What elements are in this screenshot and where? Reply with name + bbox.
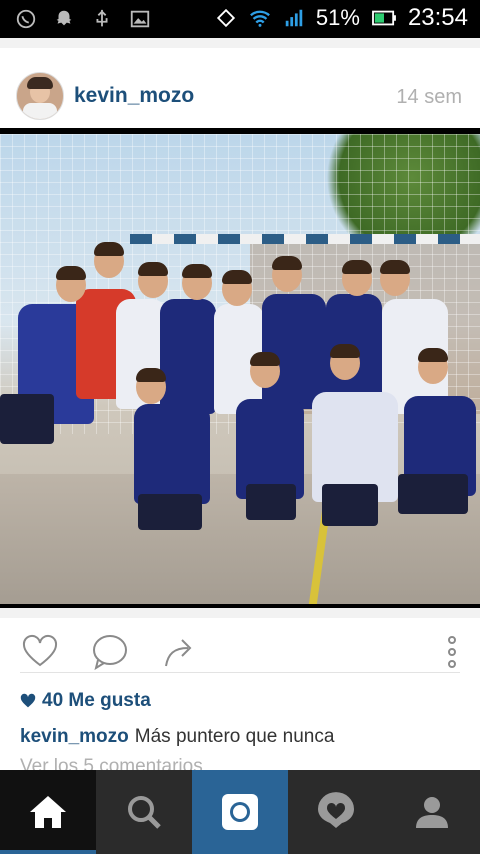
snapchat-icon	[56, 10, 72, 26]
rotate-icon	[216, 8, 235, 28]
home-icon	[30, 796, 66, 828]
caption-username[interactable]: kevin_mozo	[20, 726, 129, 747]
usb-icon	[96, 9, 108, 27]
nav-profile[interactable]	[384, 770, 480, 854]
battery-icon	[372, 10, 396, 26]
post-header: kevin_mozo 14 sem	[0, 38, 480, 128]
goal-crossbar	[130, 234, 480, 244]
comment-icon[interactable]	[90, 632, 130, 672]
gallery-icon	[130, 10, 150, 28]
signal-icon	[285, 9, 303, 27]
post-photo[interactable]	[0, 128, 480, 608]
divider	[20, 672, 460, 673]
search-icon	[128, 796, 161, 829]
battery-percent: 51%	[315, 5, 360, 30]
share-icon[interactable]	[160, 632, 200, 672]
caption-text: Más puntero que nunca	[134, 726, 335, 747]
nav-search[interactable]	[96, 770, 192, 854]
heart-icon[interactable]	[20, 632, 60, 672]
likes-text: 40 Me gusta	[42, 690, 151, 711]
post-username[interactable]: kevin_mozo	[74, 84, 194, 108]
more-vertical-icon[interactable]	[432, 632, 472, 672]
caption: kevin_mozo Más puntero que nunca	[20, 726, 334, 748]
status-bar: 51% 23:54	[0, 0, 480, 38]
avatar[interactable]	[16, 72, 64, 120]
small-heart-icon	[20, 693, 36, 708]
post-time: 14 sem	[396, 86, 462, 108]
activity-icon	[318, 792, 354, 828]
post-actions	[0, 608, 480, 678]
camera-icon	[222, 794, 258, 830]
profile-icon	[416, 797, 448, 828]
likes-count[interactable]: 40 Me gusta	[20, 690, 151, 712]
whatsapp-icon	[16, 9, 36, 29]
wifi-icon	[249, 10, 270, 27]
nav-camera[interactable]	[192, 770, 288, 854]
bottom-nav	[0, 770, 480, 854]
clock: 23:54	[407, 4, 468, 31]
nav-activity[interactable]	[288, 770, 384, 854]
nav-home[interactable]	[0, 770, 96, 854]
